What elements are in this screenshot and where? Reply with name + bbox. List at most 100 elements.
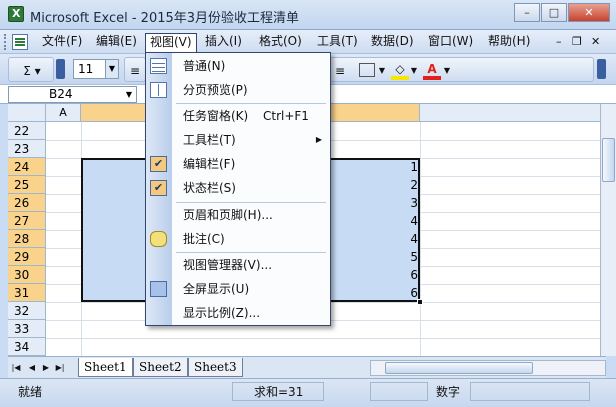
menu-item-full-screen[interactable]: 全屏显示(U)	[146, 278, 330, 300]
row-header[interactable]: 26	[8, 194, 46, 212]
menu-file[interactable]: 文件(F)	[38, 33, 86, 52]
fill-color-icon[interactable]: ◇	[391, 62, 409, 80]
menu-item-formula-bar[interactable]: ✔ 编辑栏(F)	[146, 153, 330, 175]
row-header[interactable]: 24	[8, 158, 46, 176]
menu-format[interactable]: 格式(O)	[255, 33, 306, 52]
title-bar: Microsoft Excel - 2015年3月份验收工程清单 – □ ✕	[0, 0, 616, 30]
menu-data[interactable]: 数据(D)	[367, 33, 418, 52]
cell-value[interactable]: 3	[388, 196, 418, 210]
last-sheet-icon[interactable]: ▶|	[54, 361, 66, 375]
workbook-icon[interactable]	[12, 34, 28, 50]
menu-item-task-pane[interactable]: 任务窗格(K) Ctrl+F1	[146, 105, 330, 127]
autosum-button[interactable]: Σ ▾	[15, 62, 49, 80]
menu-item-status-bar[interactable]: ✔ 状态栏(S)	[146, 177, 330, 199]
chevron-down-icon[interactable]: ▼	[378, 62, 386, 80]
excel-icon	[8, 6, 24, 22]
align-left-icon[interactable]: ≡	[128, 62, 142, 80]
toolbar-options-icon[interactable]	[597, 59, 606, 79]
font-size-value: 11	[78, 62, 94, 76]
maximize-button[interactable]: □	[541, 3, 567, 22]
chevron-down-icon[interactable]: ▼	[122, 87, 136, 102]
cell-value[interactable]: 1	[388, 160, 418, 174]
align-right-icon[interactable]: ≡	[333, 62, 347, 80]
fill-handle[interactable]	[417, 299, 423, 305]
name-box-value: B24	[49, 87, 73, 101]
sheet-tab-sheet2[interactable]: Sheet2	[133, 358, 188, 377]
cell-value[interactable]: 2	[388, 178, 418, 192]
menu-help[interactable]: 帮助(H)	[484, 33, 534, 52]
cell-value[interactable]: 5	[388, 250, 418, 264]
row-header[interactable]: 23	[8, 140, 46, 158]
normal-view-icon	[150, 58, 167, 74]
menu-item-page-break[interactable]: 分页预览(P)	[146, 79, 330, 101]
row-header[interactable]: 27	[8, 212, 46, 230]
chevron-down-icon[interactable]: ▼	[410, 62, 418, 80]
row-header[interactable]: 25	[8, 176, 46, 194]
scroll-thumb[interactable]	[385, 362, 533, 374]
vertical-scrollbar[interactable]	[600, 104, 616, 356]
row-header[interactable]: 31	[8, 284, 46, 302]
window-controls: – □ ✕	[513, 3, 610, 22]
checkmark-icon: ✔	[150, 180, 167, 196]
menu-separator	[176, 252, 326, 253]
menu-separator	[176, 103, 326, 104]
close-button[interactable]: ✕	[568, 3, 610, 22]
menu-view[interactable]: 视图(V)	[145, 33, 197, 52]
view-menu-dropdown: 普通(N) 分页预览(P) 任务窗格(K) Ctrl+F1 工具栏(T) ▶ ✔…	[145, 52, 331, 326]
doc-close-button[interactable]: ✕	[591, 35, 600, 48]
status-ready: 就绪	[18, 385, 43, 399]
menu-tools[interactable]: 工具(T)	[313, 33, 362, 52]
column-header-c[interactable]	[420, 104, 606, 122]
minimize-button[interactable]: –	[514, 3, 540, 22]
autosum-group: Σ ▾	[8, 57, 54, 82]
menu-item-normal[interactable]: 普通(N)	[146, 55, 330, 77]
menu-item-custom-views[interactable]: 视图管理器(V)...	[146, 254, 330, 276]
cell-value[interactable]: 4	[388, 232, 418, 246]
doc-restore-button[interactable]: ❐	[572, 35, 582, 48]
menu-window[interactable]: 窗口(W)	[424, 33, 477, 52]
format-group: ≡ ▼ ◇ ▼ A ▼	[330, 57, 594, 82]
select-all-corner[interactable]	[8, 104, 46, 122]
menu-item-toolbars[interactable]: 工具栏(T) ▶	[146, 129, 330, 151]
task-pane-shortcut: Ctrl+F1	[263, 109, 309, 123]
font-size-select[interactable]: 11 ▼	[73, 59, 119, 79]
row-header[interactable]: 34	[8, 338, 46, 356]
menu-item-zoom[interactable]: 显示比例(Z)...	[146, 302, 330, 324]
sheet-tab-bar: |◀ ◀ ▶ ▶| Sheet1 Sheet2 Sheet3	[8, 356, 606, 378]
sheet-tab-sheet1[interactable]: Sheet1	[78, 358, 133, 377]
cell-value[interactable]: 4	[388, 214, 418, 228]
cell-value[interactable]: 6	[388, 286, 418, 300]
chevron-down-icon[interactable]: ▼	[105, 60, 118, 78]
cell-value[interactable]: 6	[388, 268, 418, 282]
toolbar-options-icon[interactable]	[56, 59, 65, 79]
menu-item-comments[interactable]: 批注(C)	[146, 228, 330, 250]
menu-bar: 文件(F) 编辑(E) 视图(V) 插入(I) 格式(O) 工具(T) 数据(D…	[0, 30, 616, 54]
menu-item-header-footer[interactable]: 页眉和页脚(H)...	[146, 204, 330, 226]
name-box[interactable]: B24 ▼	[8, 86, 137, 103]
row-header[interactable]: 29	[8, 248, 46, 266]
chevron-down-icon[interactable]: ▼	[443, 62, 451, 80]
font-color-icon[interactable]: A	[423, 62, 441, 80]
horizontal-scrollbar[interactable]	[370, 360, 606, 376]
page-break-icon	[150, 82, 167, 98]
menu-edit[interactable]: 编辑(E)	[92, 33, 141, 52]
toolbar-grip[interactable]	[4, 34, 7, 50]
borders-icon[interactable]	[359, 63, 375, 77]
submenu-arrow-icon: ▶	[315, 135, 322, 144]
status-mode: 数字	[436, 385, 461, 399]
menu-insert[interactable]: 插入(I)	[201, 33, 246, 52]
doc-minimize-button[interactable]: –	[556, 35, 562, 48]
row-header[interactable]: 33	[8, 320, 46, 338]
status-sum: 求和=31	[254, 385, 304, 399]
next-sheet-icon[interactable]: ▶	[40, 361, 52, 375]
column-header-a[interactable]: A	[46, 104, 81, 122]
row-header[interactable]: 22	[8, 122, 46, 140]
prev-sheet-icon[interactable]: ◀	[26, 361, 38, 375]
sheet-tab-sheet3[interactable]: Sheet3	[188, 358, 243, 377]
row-header[interactable]: 32	[8, 302, 46, 320]
row-header[interactable]: 28	[8, 230, 46, 248]
status-cell	[470, 382, 590, 401]
row-header[interactable]: 30	[8, 266, 46, 284]
scroll-thumb[interactable]	[602, 138, 615, 182]
first-sheet-icon[interactable]: |◀	[10, 361, 22, 375]
